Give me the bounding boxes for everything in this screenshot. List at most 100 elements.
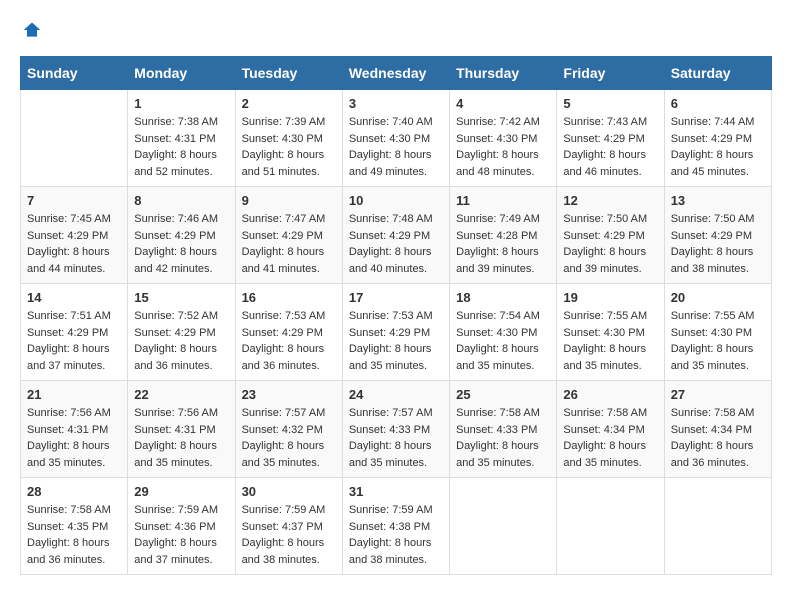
cell-content-line: and 38 minutes. [671, 261, 765, 278]
cell-content-line: and 35 minutes. [563, 455, 657, 472]
cell-content-line: Daylight: 8 hours [134, 438, 228, 455]
cell-content-line: and 42 minutes. [134, 261, 228, 278]
day-number: 25 [456, 387, 550, 402]
day-number: 5 [563, 96, 657, 111]
week-row-3: 14Sunrise: 7:51 AMSunset: 4:29 PMDayligh… [21, 284, 772, 381]
day-number: 15 [134, 290, 228, 305]
day-number: 20 [671, 290, 765, 305]
cell-content-line: and 45 minutes. [671, 164, 765, 181]
cell-content-line: and 40 minutes. [349, 261, 443, 278]
cell-content-line: Daylight: 8 hours [242, 341, 336, 358]
cell-content-line: Sunset: 4:33 PM [349, 422, 443, 439]
cell-content-line: Daylight: 8 hours [242, 147, 336, 164]
cell-content-line: and 36 minutes. [242, 358, 336, 375]
cell-content-line: Sunrise: 7:46 AM [134, 211, 228, 228]
calendar-table: SundayMondayTuesdayWednesdayThursdayFrid… [20, 56, 772, 575]
week-row-2: 7Sunrise: 7:45 AMSunset: 4:29 PMDaylight… [21, 187, 772, 284]
calendar-cell: 31Sunrise: 7:59 AMSunset: 4:38 PMDayligh… [342, 478, 449, 575]
cell-content-line: Daylight: 8 hours [456, 147, 550, 164]
cell-content-line: Sunrise: 7:53 AM [349, 308, 443, 325]
header [20, 20, 772, 40]
cell-content-line: Sunrise: 7:54 AM [456, 308, 550, 325]
cell-content-line: Sunset: 4:30 PM [242, 131, 336, 148]
header-row: SundayMondayTuesdayWednesdayThursdayFrid… [21, 57, 772, 90]
cell-content-line: Sunset: 4:29 PM [134, 228, 228, 245]
calendar-cell: 13Sunrise: 7:50 AMSunset: 4:29 PMDayligh… [664, 187, 771, 284]
cell-content-line: and 36 minutes. [134, 358, 228, 375]
day-number: 4 [456, 96, 550, 111]
cell-content-line: Sunrise: 7:58 AM [27, 502, 121, 519]
cell-content-line: Sunset: 4:30 PM [563, 325, 657, 342]
cell-content-line: and 36 minutes. [671, 455, 765, 472]
day-number: 10 [349, 193, 443, 208]
cell-content-line: Sunrise: 7:47 AM [242, 211, 336, 228]
column-header-sunday: Sunday [21, 57, 128, 90]
week-row-4: 21Sunrise: 7:56 AMSunset: 4:31 PMDayligh… [21, 381, 772, 478]
cell-content-line: Sunrise: 7:49 AM [456, 211, 550, 228]
calendar-cell: 3Sunrise: 7:40 AMSunset: 4:30 PMDaylight… [342, 90, 449, 187]
cell-content-line: Sunrise: 7:56 AM [27, 405, 121, 422]
calendar-cell: 5Sunrise: 7:43 AMSunset: 4:29 PMDaylight… [557, 90, 664, 187]
day-number: 8 [134, 193, 228, 208]
cell-content-line: Sunrise: 7:59 AM [134, 502, 228, 519]
cell-content-line: and 35 minutes. [27, 455, 121, 472]
cell-content-line: Sunrise: 7:44 AM [671, 114, 765, 131]
cell-content-line: Daylight: 8 hours [563, 244, 657, 261]
cell-content-line: Sunset: 4:29 PM [671, 131, 765, 148]
calendar-cell: 9Sunrise: 7:47 AMSunset: 4:29 PMDaylight… [235, 187, 342, 284]
cell-content-line: and 35 minutes. [563, 358, 657, 375]
calendar-cell: 7Sunrise: 7:45 AMSunset: 4:29 PMDaylight… [21, 187, 128, 284]
calendar-cell [557, 478, 664, 575]
cell-content-line: Daylight: 8 hours [456, 341, 550, 358]
cell-content-line: Sunset: 4:31 PM [134, 131, 228, 148]
cell-content-line: Sunset: 4:38 PM [349, 519, 443, 536]
week-row-1: 1Sunrise: 7:38 AMSunset: 4:31 PMDaylight… [21, 90, 772, 187]
day-number: 26 [563, 387, 657, 402]
calendar-cell: 14Sunrise: 7:51 AMSunset: 4:29 PMDayligh… [21, 284, 128, 381]
cell-content-line: Sunrise: 7:45 AM [27, 211, 121, 228]
calendar-cell [664, 478, 771, 575]
calendar-cell: 10Sunrise: 7:48 AMSunset: 4:29 PMDayligh… [342, 187, 449, 284]
cell-content-line: Daylight: 8 hours [134, 341, 228, 358]
cell-content-line: Sunrise: 7:50 AM [671, 211, 765, 228]
cell-content-line: Sunset: 4:28 PM [456, 228, 550, 245]
cell-content-line: Sunrise: 7:38 AM [134, 114, 228, 131]
cell-content-line: Sunrise: 7:39 AM [242, 114, 336, 131]
calendar-cell: 25Sunrise: 7:58 AMSunset: 4:33 PMDayligh… [450, 381, 557, 478]
cell-content-line: Sunrise: 7:52 AM [134, 308, 228, 325]
cell-content-line: Sunset: 4:29 PM [563, 131, 657, 148]
calendar-cell: 20Sunrise: 7:55 AMSunset: 4:30 PMDayligh… [664, 284, 771, 381]
cell-content-line: Sunrise: 7:55 AM [563, 308, 657, 325]
day-number: 9 [242, 193, 336, 208]
cell-content-line: Daylight: 8 hours [563, 438, 657, 455]
cell-content-line: Sunrise: 7:42 AM [456, 114, 550, 131]
day-number: 3 [349, 96, 443, 111]
day-number: 21 [27, 387, 121, 402]
cell-content-line: and 35 minutes. [242, 455, 336, 472]
cell-content-line: Daylight: 8 hours [349, 244, 443, 261]
column-header-tuesday: Tuesday [235, 57, 342, 90]
cell-content-line: Sunset: 4:34 PM [671, 422, 765, 439]
column-header-wednesday: Wednesday [342, 57, 449, 90]
cell-content-line: and 35 minutes. [456, 358, 550, 375]
cell-content-line: and 35 minutes. [349, 358, 443, 375]
cell-content-line: Daylight: 8 hours [671, 244, 765, 261]
cell-content-line: Sunset: 4:29 PM [242, 325, 336, 342]
day-number: 19 [563, 290, 657, 305]
calendar-cell: 17Sunrise: 7:53 AMSunset: 4:29 PMDayligh… [342, 284, 449, 381]
day-number: 24 [349, 387, 443, 402]
cell-content-line: Sunset: 4:29 PM [349, 228, 443, 245]
day-number: 23 [242, 387, 336, 402]
page-container: SundayMondayTuesdayWednesdayThursdayFrid… [20, 20, 772, 575]
cell-content-line: Daylight: 8 hours [349, 535, 443, 552]
calendar-cell: 15Sunrise: 7:52 AMSunset: 4:29 PMDayligh… [128, 284, 235, 381]
cell-content-line: Sunrise: 7:55 AM [671, 308, 765, 325]
calendar-body: 1Sunrise: 7:38 AMSunset: 4:31 PMDaylight… [21, 90, 772, 575]
calendar-cell: 18Sunrise: 7:54 AMSunset: 4:30 PMDayligh… [450, 284, 557, 381]
cell-content-line: and 41 minutes. [242, 261, 336, 278]
cell-content-line: Sunrise: 7:57 AM [349, 405, 443, 422]
cell-content-line: Sunrise: 7:57 AM [242, 405, 336, 422]
column-header-saturday: Saturday [664, 57, 771, 90]
day-number: 30 [242, 484, 336, 499]
cell-content-line: Daylight: 8 hours [671, 147, 765, 164]
